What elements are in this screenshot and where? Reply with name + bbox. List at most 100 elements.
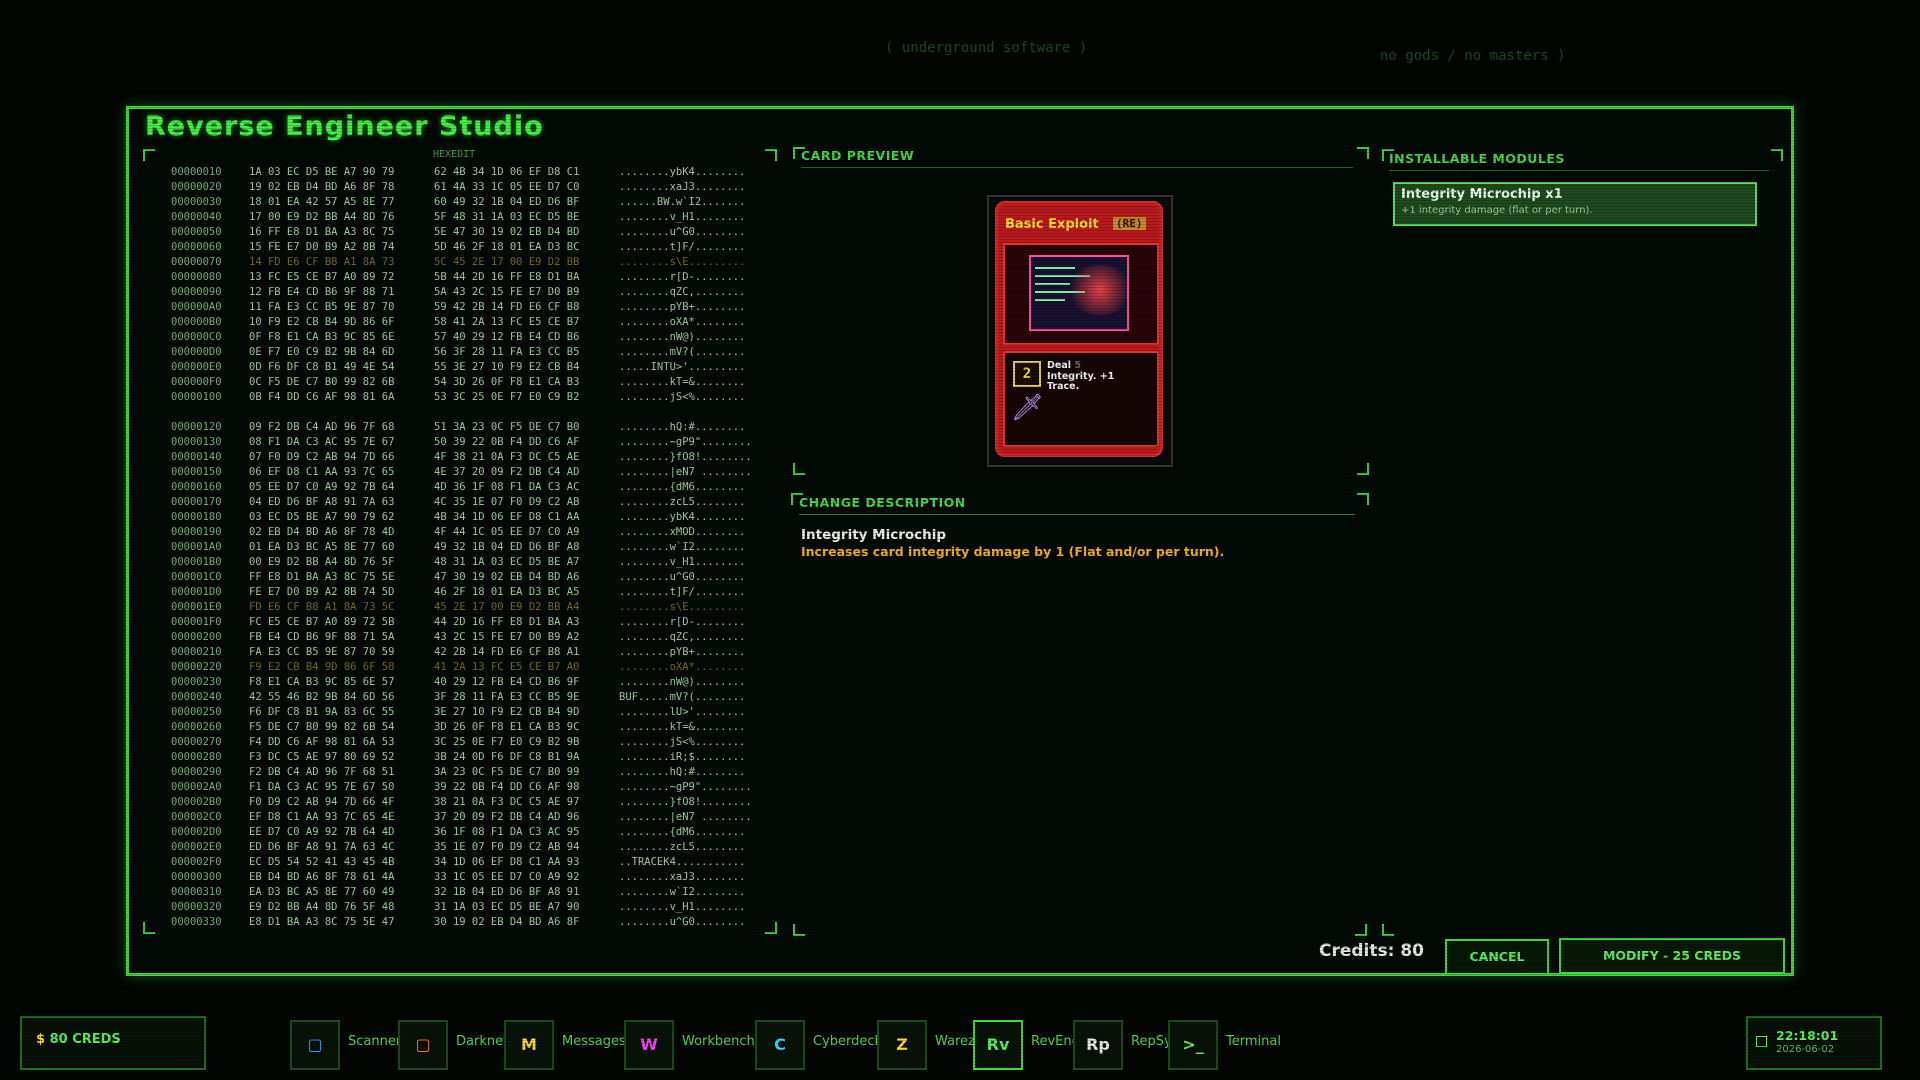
hex-row[interactable]: 00000070 14 FD E6 CF B8 A1 8A 73 5C 45 2E … (171, 255, 752, 270)
hex-row[interactable]: 00000220 F9 E2 CB B4 9D 86 6F 58 41 2A 13 … (171, 660, 752, 675)
hex-address: 000000A0 (171, 301, 222, 313)
hex-row[interactable]: 00000310 EA D3 BC A5 8E 77 60 49 32 1B 04 … (171, 885, 752, 900)
hex-ascii: ........r[D-........ (619, 616, 746, 628)
hex-row[interactable]: 00000090 12 FB E4 CD B6 9F 88 71 5A 43 2C … (171, 285, 752, 300)
hex-bytes-left: F5 DE C7 B0 99 82 6B 54 (249, 721, 395, 733)
hex-address: 00000210 (171, 646, 222, 658)
hex-row[interactable]: 00000210 FA E3 CC B5 9E 87 70 59 42 2B 14 … (171, 645, 752, 660)
divider (1389, 170, 1769, 171)
hex-ascii: ........v_H1........ (619, 901, 746, 913)
hex-row[interactable]: 000000B0 10 F9 E2 CB B4 9D 86 6F 58 41 2A … (171, 315, 752, 330)
hex-address: 000000C0 (171, 331, 222, 343)
hex-row[interactable]: 00000010 1A 03 EC D5 BE A7 90 79 62 4B 34 … (171, 165, 752, 180)
hex-row[interactable]: 00000030 18 01 EA 42 57 A5 8E 77 60 49 32 … (171, 195, 752, 210)
hex-bytes-right: 30 19 02 EB D4 BD A6 8F (434, 916, 580, 928)
hex-ascii: ........}fO8!........ (619, 796, 752, 808)
hex-row[interactable]: 000000A0 11 FA E3 CC B5 9E 87 70 59 42 2B … (171, 300, 752, 315)
hex-row[interactable]: 00000150 06 EF D8 C1 AA 93 7C 65 4E 37 20 … (171, 465, 752, 480)
clock-date: 2026-06-02 (1776, 1044, 1835, 1055)
hex-row[interactable]: 000001D0 FE E7 D0 B9 A2 8B 74 5D 46 2F 18 … (171, 585, 752, 600)
hex-row[interactable]: 00000040 17 00 E9 D2 BB A4 8D 76 5F 48 31 … (171, 210, 752, 225)
hex-row[interactable]: 00000120 09 F2 DB C4 AD 96 7F 68 51 3A 23 … (171, 420, 752, 435)
hex-row[interactable]: 000002F0 EC D5 54 52 41 43 45 4B 34 1D 06 … (171, 855, 752, 870)
hex-ascii: ........pYB+........ (619, 646, 746, 658)
hex-row[interactable]: 000000F0 0C F5 DE C7 B0 99 82 6B 54 3D 26 … (171, 375, 752, 390)
hex-row[interactable]: 00000140 07 F0 D9 C2 AB 94 7D 66 4F 38 21 … (171, 450, 752, 465)
hex-row[interactable]: 00000050 16 FF E8 D1 BA A3 8C 75 5E 47 30 … (171, 225, 752, 240)
hex-row[interactable]: 000002B0 F0 D9 C2 AB 94 7D 66 4F 38 21 0A … (171, 795, 752, 810)
hex-row[interactable]: 00000180 03 EC D5 BE A7 90 79 62 4B 34 1D … (171, 510, 752, 525)
modify-button[interactable]: MODIFY - 25 CREDS (1559, 938, 1785, 974)
hex-row[interactable]: 000002A0 F1 DA C3 AC 95 7E 67 50 39 22 0B … (171, 780, 752, 795)
dollar-icon: $ (36, 1032, 46, 1047)
hex-row[interactable]: 00000320 E9 D2 BB A4 8D 76 5F 48 31 1A 03 … (171, 900, 752, 915)
hex-bytes-right: 54 3D 26 0F F8 E1 CA B3 (434, 376, 580, 388)
hex-row[interactable]: 00000270 F4 DD C6 AF 98 81 6A 53 3C 25 0E … (171, 735, 752, 750)
hex-bytes-right: 3F 28 11 FA E3 CC B5 9E (434, 691, 580, 703)
module-item[interactable]: Integrity Microchip x1 +1 integrity dama… (1393, 182, 1757, 226)
hex-address: 000002D0 (171, 826, 222, 838)
hex-bytes-left: F3 DC C5 AE 97 80 69 52 (249, 751, 395, 763)
hex-bytes-left: 09 F2 DB C4 AD 96 7F 68 (249, 421, 395, 433)
hex-bytes-right: 45 2E 17 00 E9 D2 BB A4 (434, 601, 580, 613)
hex-bytes-right: 50 39 22 0B F4 DD C6 AF (434, 436, 580, 448)
hex-bytes-left: 19 02 EB D4 BD A6 8F 78 (249, 181, 395, 193)
hex-row[interactable]: 00000060 15 FE E7 D0 B9 A2 8B 74 5D 46 2F … (171, 240, 752, 255)
hex-row[interactable]: 000002E0 ED D6 BF A8 91 7A 63 4C 35 1E 07 … (171, 840, 752, 855)
hex-row[interactable]: 000000C0 0F F8 E1 CA B3 9C 85 6E 57 40 29 … (171, 330, 752, 345)
hex-row[interactable]: 00000100 0B F4 DD C6 AF 98 81 6A 53 3C 25 … (171, 390, 752, 405)
hex-row[interactable]: 000001E0 FD E6 CF B8 A1 8A 73 5C 45 2E 17 … (171, 600, 752, 615)
card-desc-line1: Deal (1047, 360, 1071, 371)
hex-address: 00000130 (171, 436, 222, 448)
hex-bytes-left: F4 DD C6 AF 98 81 6A 53 (249, 736, 395, 748)
taskbar-label: Darknet (456, 1034, 509, 1049)
hex-bytes-left: 01 EA D3 BC A5 8E 77 60 (249, 541, 395, 553)
hex-editor-panel[interactable]: HEXEDIT 00000010 1A 03 EC D5 BE A7 90 79 6… (143, 149, 777, 934)
hex-address: 00000270 (171, 736, 222, 748)
hex-bytes-right: 5D 46 2F 18 01 EA D3 BC (434, 241, 580, 253)
hex-row[interactable]: 00000300 EB D4 BD A6 8F 78 61 4A 33 1C 05 … (171, 870, 752, 885)
workbench-icon: W (624, 1020, 674, 1070)
hex-row[interactable]: 00000230 F8 E1 CA B3 9C 85 6E 57 40 29 12 … (171, 675, 752, 690)
hex-row[interactable]: 00000330 E8 D1 BA A3 8C 75 5E 47 30 19 02 … (171, 915, 752, 930)
hex-row[interactable] (171, 405, 752, 420)
hex-row[interactable]: 000001C0 FF E8 D1 BA A3 8C 75 5E 47 30 19 … (171, 570, 752, 585)
hex-ascii: BUF.....mV?(........ (619, 691, 746, 703)
hex-row[interactable]: 00000190 02 EB D4 BD A6 8F 78 4D 4F 44 1C … (171, 525, 752, 540)
hex-ascii: ........xMOD........ (619, 526, 746, 538)
hex-ascii: ........xaJ3........ (619, 871, 746, 883)
hex-row[interactable]: 000001B0 00 E9 D2 BB A4 8D 76 5F 48 31 1A … (171, 555, 752, 570)
hex-row[interactable]: 00000130 08 F1 DA C3 AC 95 7E 67 50 39 22 … (171, 435, 752, 450)
hex-address: 00000160 (171, 481, 222, 493)
hex-row[interactable]: 00000020 19 02 EB D4 BD A6 8F 78 61 4A 33 … (171, 180, 752, 195)
hex-ascii: ........ybK4........ (619, 166, 746, 178)
hex-ascii: ........t]F/........ (619, 241, 746, 253)
hex-row[interactable]: 00000200 FB E4 CD B6 9F 88 71 5A 43 2C 15 … (171, 630, 752, 645)
hex-row[interactable]: 00000260 F5 DE C7 B0 99 82 6B 54 3D 26 0F … (171, 720, 752, 735)
hex-row[interactable]: 000001A0 01 EA D3 BC A5 8E 77 60 49 32 1B … (171, 540, 752, 555)
hex-bytes-left: 42 55 46 B2 9B 84 6D 56 (249, 691, 395, 703)
hex-row[interactable]: 00000250 F6 DF C8 B1 9A 83 6C 55 3E 27 10 … (171, 705, 752, 720)
card[interactable]: Basic Exploit (RE) 2 Deal 5 Integrity. +… (995, 201, 1163, 457)
hex-row[interactable]: 000002D0 EE D7 C0 A9 92 7B 64 4D 36 1F 08 … (171, 825, 752, 840)
hex-bytes-left: 0F F8 E1 CA B3 9C 85 6E (249, 331, 395, 343)
hex-row[interactable]: 000000E0 0D F6 DF C8 B1 49 4E 54 55 3E 27 … (171, 360, 752, 375)
cancel-button[interactable]: CANCEL (1445, 939, 1549, 975)
hex-address: 000002E0 (171, 841, 222, 853)
change-description-title: CHANGE DESCRIPTION (799, 495, 966, 510)
hex-row[interactable]: 00000290 F2 DB C4 AD 96 7F 68 51 3A 23 0C … (171, 765, 752, 780)
hex-row[interactable]: 00000240 42 55 46 B2 9B 84 6D 56 3F 28 11 … (171, 690, 752, 705)
hex-row[interactable]: 00000080 13 FC E5 CE B7 A0 89 72 5B 44 2D … (171, 270, 752, 285)
hex-address: 00000120 (171, 421, 222, 433)
hex-row[interactable]: 000002C0 EF D8 C1 AA 93 7C 65 4E 37 20 09 … (171, 810, 752, 825)
hex-row[interactable]: 000001F0 FC E5 CE B7 A0 89 72 5B 44 2D 16 … (171, 615, 752, 630)
hex-ascii: ........kT=&........ (619, 376, 746, 388)
hex-row[interactable]: 00000160 05 EE D7 C0 A9 92 7B 64 4D 36 1F … (171, 480, 752, 495)
hex-row[interactable]: 000000D0 0E F7 E0 C9 B2 9B 84 6D 56 3F 28 … (171, 345, 752, 360)
hex-ascii: ........{dM6........ (619, 481, 746, 493)
hex-bytes-left: EC D5 54 52 41 43 45 4B (249, 856, 395, 868)
hex-bytes-right: 31 1A 03 EC D5 BE A7 90 (434, 901, 580, 913)
hex-bytes-right: 33 1C 05 EE D7 C0 A9 92 (434, 871, 580, 883)
hex-row[interactable]: 00000280 F3 DC C5 AE 97 80 69 52 3B 24 0D … (171, 750, 752, 765)
hex-row[interactable]: 00000170 04 ED D6 BF A8 91 7A 63 4C 35 1E … (171, 495, 752, 510)
